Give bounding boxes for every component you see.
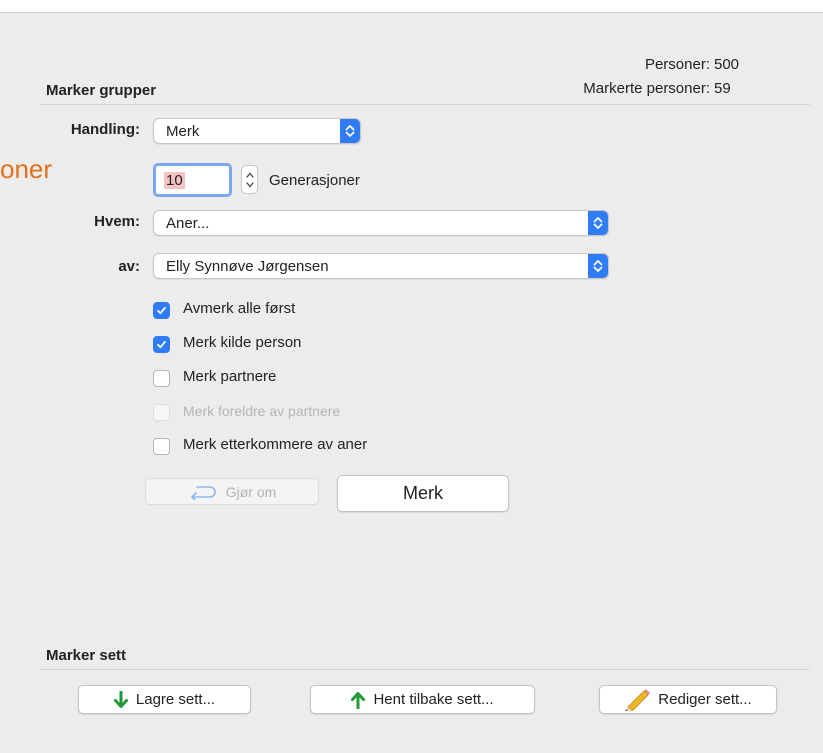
- edit-set-button[interactable]: Rediger sett...: [599, 685, 777, 714]
- persons-count: 500: [714, 56, 740, 73]
- checkmark-icon: [157, 306, 166, 315]
- checkbox-label: Avmerk alle først: [183, 300, 296, 317]
- groups-divider: [40, 104, 810, 105]
- of-person-popup[interactable]: Elly Synnøve Jørgensen: [153, 253, 609, 279]
- popup-chevrons-icon: [588, 254, 608, 278]
- sets-divider: [40, 669, 810, 670]
- checkbox-mark-partners-parents: [153, 404, 170, 421]
- generations-stepper[interactable]: [241, 165, 258, 194]
- undo-label: Gjør om: [225, 483, 277, 500]
- mark-button-label: Merk: [403, 483, 443, 503]
- title-bar-strip: [0, 0, 823, 12]
- arrow-down-icon: [113, 690, 128, 709]
- popup-chevrons-icon: [340, 119, 360, 143]
- who-popup-value: Aner...: [166, 215, 210, 232]
- section-title-groups: Marker grupper: [46, 82, 157, 99]
- checkbox-uncheck-all-first[interactable]: [153, 302, 170, 319]
- undo-button: Gjør om: [145, 478, 319, 505]
- action-label: Handling:: [70, 121, 140, 138]
- generations-input[interactable]: 10: [153, 163, 232, 197]
- save-set-label: Lagre sett...: [135, 691, 216, 708]
- top-divider: [0, 12, 823, 13]
- of-person-value: Elly Synnøve Jørgensen: [166, 258, 329, 275]
- checkbox-label: Merk partnere: [183, 368, 277, 385]
- checkbox-label: Merk foreldre av partnere: [183, 403, 341, 419]
- marked-persons-label: Markerte personer:: [583, 80, 710, 97]
- partial-heading: oner: [0, 154, 53, 184]
- checkbox-label: Merk etterkommere av aner: [183, 436, 368, 453]
- pencil-icon: [624, 688, 651, 711]
- load-set-label: Hent tilbake sett...: [373, 691, 494, 708]
- save-set-button[interactable]: Lagre sett...: [78, 685, 251, 714]
- checkbox-mark-descendants[interactable]: [153, 438, 170, 455]
- undo-arrow-icon: [188, 484, 218, 500]
- checkbox-mark-partners[interactable]: [153, 370, 170, 387]
- who-label: Hvem:: [94, 213, 140, 230]
- of-label: av:: [118, 258, 140, 275]
- load-set-button[interactable]: Hent tilbake sett...: [310, 685, 535, 714]
- persons-label: Personer:: [644, 56, 710, 73]
- checkmark-icon: [157, 340, 166, 349]
- marked-persons-count: 59: [714, 80, 731, 97]
- checkbox-mark-source-person[interactable]: [153, 336, 170, 353]
- who-popup[interactable]: Aner...: [153, 210, 609, 236]
- section-title-sets: Marker sett: [46, 647, 127, 664]
- generations-label: Generasjoner: [269, 172, 360, 189]
- generations-value: 10: [164, 172, 185, 189]
- edit-set-label: Rediger sett...: [658, 691, 752, 708]
- mark-button[interactable]: Merk: [337, 475, 509, 512]
- popup-chevrons-icon: [588, 211, 608, 235]
- checkbox-label: Merk kilde person: [183, 334, 302, 351]
- action-popup[interactable]: Merk: [153, 118, 361, 144]
- action-popup-value: Merk: [166, 123, 200, 140]
- arrow-up-icon: [351, 691, 366, 709]
